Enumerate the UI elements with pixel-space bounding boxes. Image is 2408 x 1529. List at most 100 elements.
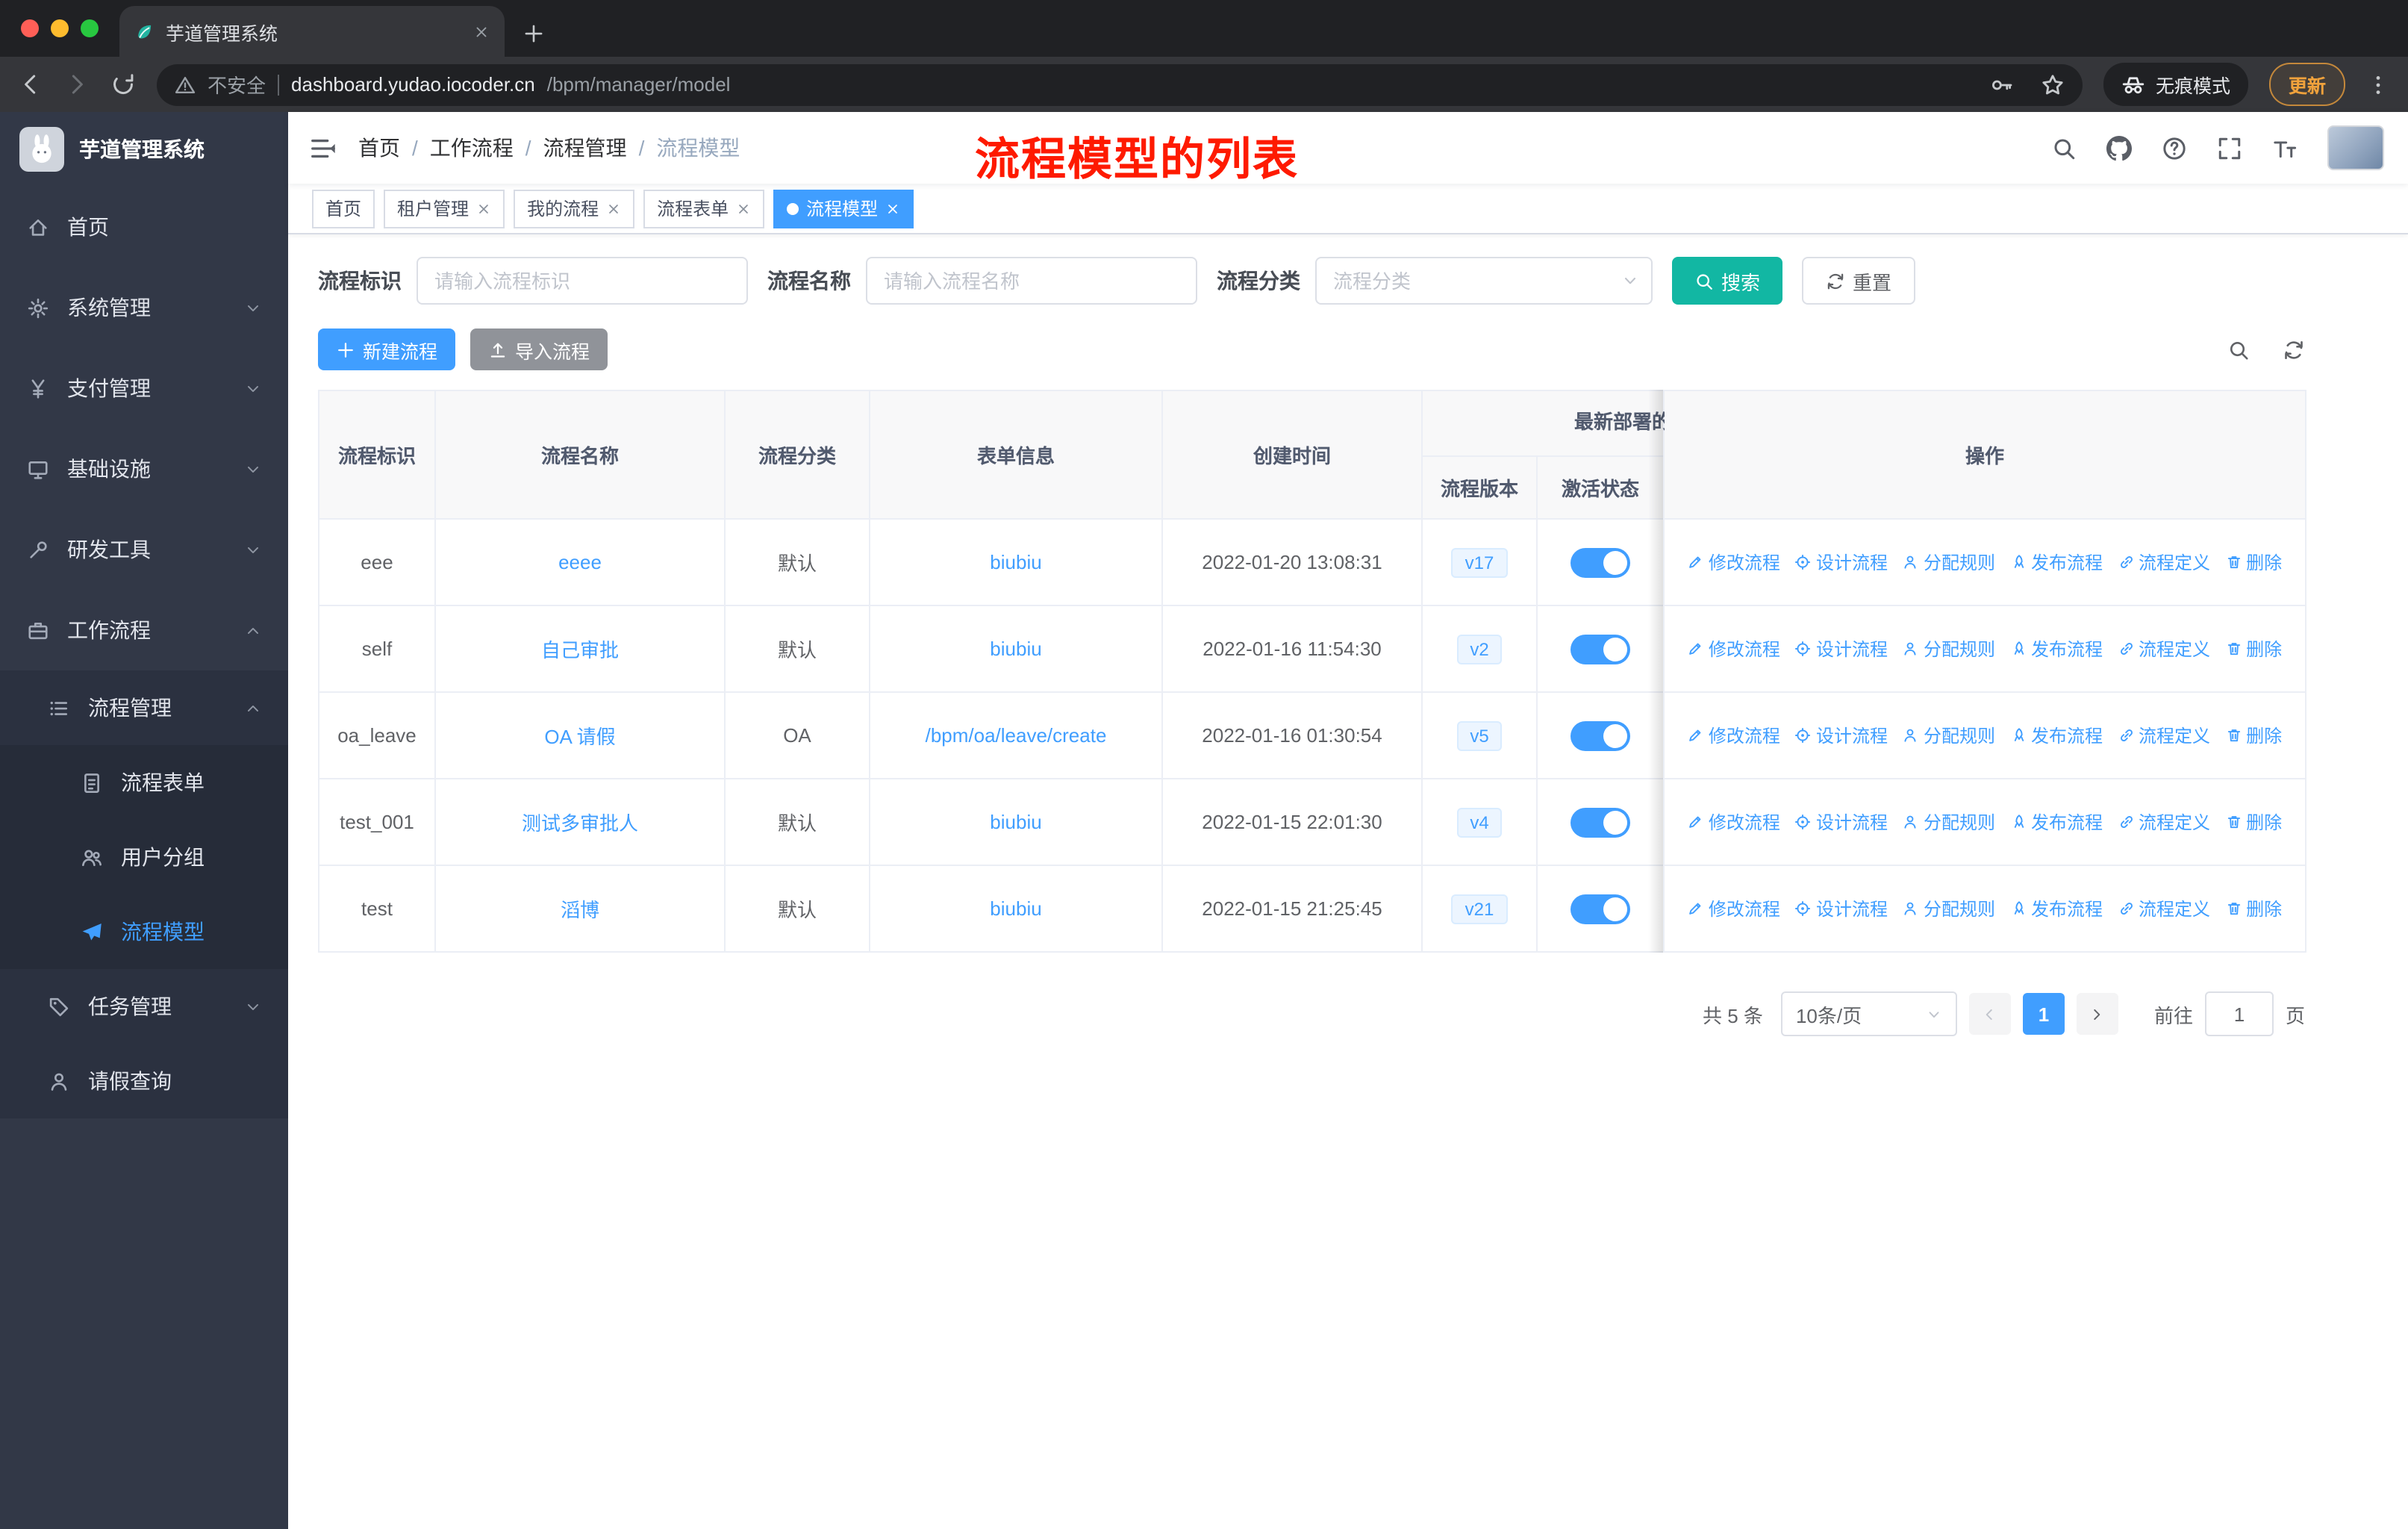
action-assign-link[interactable]: 分配规则 [1903,549,1995,575]
sidebar-item-dev-tools[interactable]: 研发工具 [0,509,288,590]
tab-close-icon[interactable] [473,23,490,40]
github-icon[interactable] [2106,135,2132,161]
current-page-button[interactable]: 1 [2022,993,2065,1035]
browser-update-button[interactable]: 更新 [2268,63,2345,106]
action-design-link[interactable]: 设计流程 [1795,896,1888,921]
action-design-link[interactable]: 设计流程 [1795,636,1888,661]
action-assign-link[interactable]: 分配规则 [1903,896,1995,921]
tag-home[interactable]: 首页 [312,189,375,228]
action-edit-link[interactable]: 修改流程 [1688,896,1780,921]
breadcrumb-home[interactable]: 首页 [358,133,400,163]
password-key-icon[interactable] [1990,72,2014,96]
tag-tenant-management[interactable]: 租户管理 [384,189,505,228]
sidebar-item-process-management[interactable]: 流程管理 [0,670,288,745]
new-tab-button[interactable] [523,22,545,45]
prev-page-button[interactable] [1968,993,2011,1035]
action-publish-link[interactable]: 发布流程 [2010,809,2103,835]
next-page-button[interactable] [2076,993,2118,1035]
form-info-link[interactable]: /bpm/oa/leave/create [926,724,1107,747]
process-id-input[interactable] [417,257,748,305]
sidebar-item-workflow[interactable]: 工作流程 [0,590,288,670]
font-size-icon[interactable] [2272,135,2298,161]
action-delete-link[interactable]: 删除 [2225,636,2282,661]
minimize-window-button[interactable] [51,19,69,37]
search-button[interactable]: 搜索 [1672,257,1783,305]
sidebar-item-payment-management[interactable]: 支付管理 [0,348,288,429]
process-name-link[interactable]: eeee [558,551,602,573]
tag-process-form[interactable]: 流程表单 [643,189,765,228]
help-icon[interactable] [2162,135,2187,161]
action-assign-link[interactable]: 分配规则 [1903,809,1995,835]
action-design-link[interactable]: 设计流程 [1795,549,1888,575]
goto-page-input[interactable] [2204,991,2274,1036]
action-definition-link[interactable]: 流程定义 [2118,723,2210,748]
close-icon[interactable] [885,201,900,216]
form-info-link[interactable]: biubiu [990,638,1041,660]
reload-button[interactable] [110,72,136,97]
create-process-button[interactable]: 新建流程 [318,328,456,370]
active-toggle[interactable] [1570,547,1630,577]
process-name-link[interactable]: 自己审批 [541,639,619,661]
sidebar-item-infrastructure[interactable]: 基础设施 [0,429,288,509]
action-delete-link[interactable]: 删除 [2225,896,2282,921]
action-edit-link[interactable]: 修改流程 [1688,723,1780,748]
tag-my-process[interactable]: 我的流程 [514,189,635,228]
action-definition-link[interactable]: 流程定义 [2118,809,2210,835]
zoom-window-button[interactable] [81,19,99,37]
process-name-link[interactable]: OA 请假 [544,726,615,748]
action-edit-link[interactable]: 修改流程 [1688,549,1780,575]
action-definition-link[interactable]: 流程定义 [2118,636,2210,661]
forward-button[interactable] [64,72,90,97]
table-search-icon[interactable] [2227,338,2250,361]
close-icon[interactable] [476,201,491,216]
fullscreen-icon[interactable] [2217,135,2242,161]
active-toggle[interactable] [1570,634,1630,664]
reset-button[interactable]: 重置 [1802,257,1916,305]
table-refresh-icon[interactable] [2283,338,2305,361]
action-publish-link[interactable]: 发布流程 [2010,723,2103,748]
process-name-input[interactable] [866,257,1197,305]
sidebar-item-system-management[interactable]: 系统管理 [0,267,288,348]
browser-menu-icon[interactable] [2366,72,2390,96]
form-info-link[interactable]: biubiu [990,897,1041,920]
breadcrumb-workflow[interactable]: 工作流程 [430,133,514,163]
sidebar-item-home[interactable]: 首页 [0,187,288,267]
action-delete-link[interactable]: 删除 [2225,809,2282,835]
action-delete-link[interactable]: 删除 [2225,549,2282,575]
active-toggle[interactable] [1570,807,1630,837]
action-definition-link[interactable]: 流程定义 [2118,549,2210,575]
avatar[interactable] [2327,125,2384,170]
browser-tab[interactable]: 芋道管理系统 [119,6,505,57]
sidebar-item-user-group[interactable]: 用户分组 [0,820,288,894]
action-design-link[interactable]: 设计流程 [1795,809,1888,835]
action-delete-link[interactable]: 删除 [2225,723,2282,748]
hamburger-icon[interactable] [309,134,337,162]
action-definition-link[interactable]: 流程定义 [2118,896,2210,921]
app-logo[interactable]: 芋道管理系统 [0,112,288,187]
tag-process-model[interactable]: 流程模型 [773,189,914,228]
process-category-select[interactable] [1315,257,1653,305]
action-edit-link[interactable]: 修改流程 [1688,809,1780,835]
action-edit-link[interactable]: 修改流程 [1688,636,1780,661]
address-bar[interactable]: 不安全 dashboard.yudao.iocoder.cn /bpm/mana… [157,63,2083,105]
sidebar-item-leave-query[interactable]: 请假查询 [0,1044,288,1118]
action-publish-link[interactable]: 发布流程 [2010,896,2103,921]
import-process-button[interactable]: 导入流程 [470,328,608,370]
breadcrumb-process-management[interactable]: 流程管理 [543,133,627,163]
active-toggle[interactable] [1570,894,1630,924]
form-info-link[interactable]: biubiu [990,551,1041,573]
action-assign-link[interactable]: 分配规则 [1903,723,1995,748]
back-button[interactable] [18,72,43,97]
process-name-link[interactable]: 滔博 [561,899,599,921]
process-category-value[interactable] [1315,257,1653,305]
form-info-link[interactable]: biubiu [990,811,1041,833]
sidebar-item-task-management[interactable]: 任务管理 [0,969,288,1044]
action-publish-link[interactable]: 发布流程 [2010,549,2103,575]
action-publish-link[interactable]: 发布流程 [2010,636,2103,661]
process-name-link[interactable]: 测试多审批人 [522,812,638,835]
action-assign-link[interactable]: 分配规则 [1903,636,1995,661]
close-icon[interactable] [736,201,751,216]
security-label[interactable]: 不安全 [208,70,266,99]
sidebar-item-process-form[interactable]: 流程表单 [0,745,288,820]
bookmark-star-icon[interactable] [2041,72,2065,96]
